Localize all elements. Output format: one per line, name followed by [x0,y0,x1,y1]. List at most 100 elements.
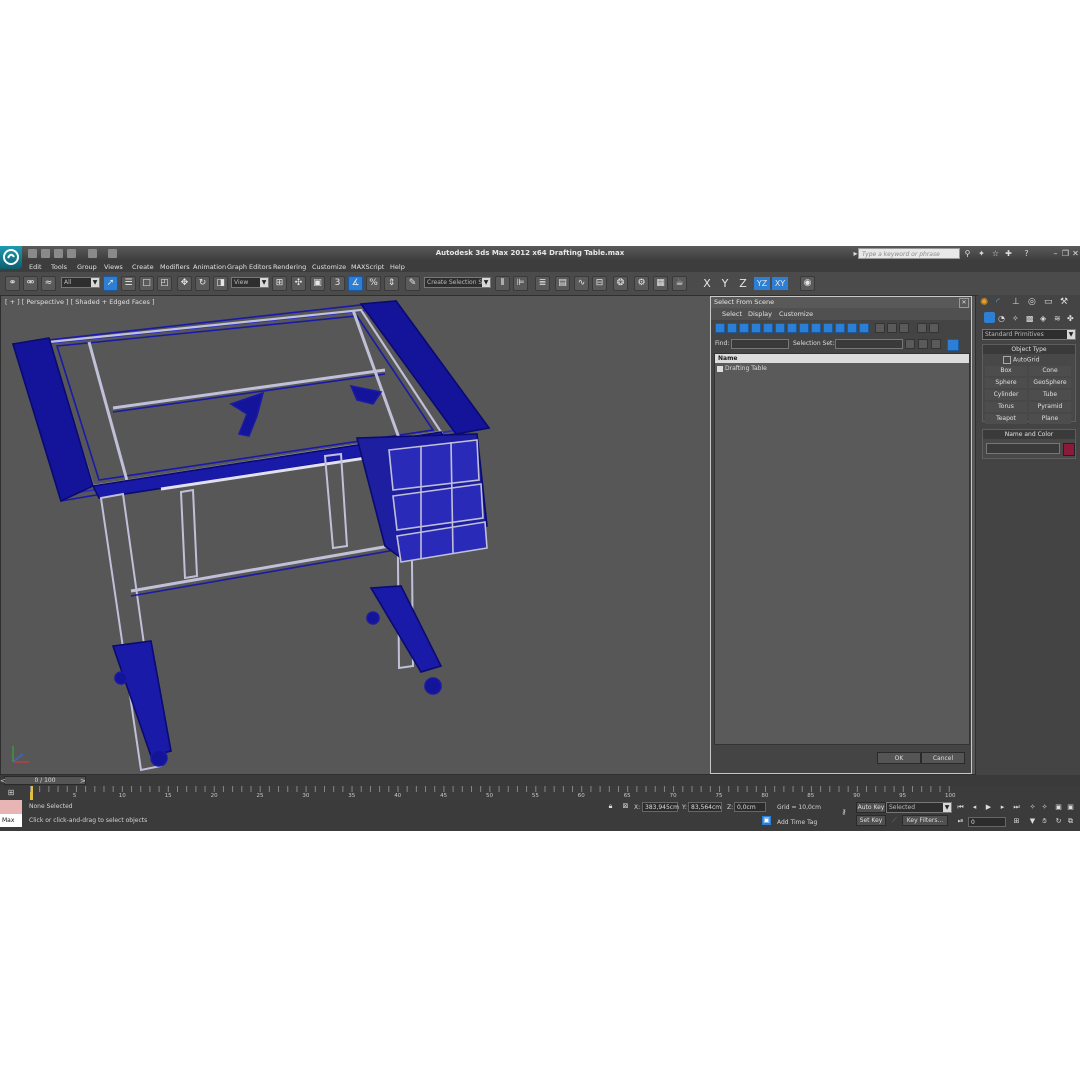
space-warps-category-icon[interactable]: ≋ [1054,314,1061,323]
drafting-table-wireframe[interactable] [1,296,711,774]
filter-bones-icon[interactable] [811,323,821,333]
slider-right-arrow-icon[interactable]: > [80,777,86,785]
select-and-scale-button[interactable]: ◨ [213,276,228,291]
help-icon[interactable]: ? [1022,249,1031,258]
restore-icon[interactable]: ❐ [1061,249,1070,258]
edit-named-selection-button[interactable]: ✎ [405,276,420,291]
filter-geometry-icon[interactable] [715,323,725,333]
lights-category-icon[interactable]: ✧ [1012,314,1019,323]
maxscript-listener-pink[interactable] [0,800,22,814]
orbit-icon[interactable]: ↻ [1054,817,1063,826]
edit-selection-set-icon[interactable] [931,339,941,349]
axis-y-button[interactable]: Y [718,277,732,290]
pivot-center-button[interactable]: ⊞ [272,276,287,291]
snaps-toggle-button[interactable]: 3 [330,276,345,291]
systems-category-icon[interactable]: ✤ [1067,314,1074,323]
axis-xy-button[interactable]: XY [772,277,788,290]
auto-key-button[interactable]: Auto Key [856,802,886,813]
time-slider[interactable]: 0 / 100 [4,776,86,785]
sort-toggle-icon[interactable] [947,339,959,351]
search-input[interactable]: Type a keyword or phrase [858,248,960,259]
pan-view-icon[interactable]: ✋︎ [1040,817,1049,826]
close-icon[interactable]: ✕ [1071,249,1080,258]
reference-coordinate-dropdown[interactable]: View ▼ [231,277,269,288]
slider-left-arrow-icon[interactable]: < [0,777,6,785]
geosphere-button[interactable]: GeoSphere [1029,378,1071,388]
primitive-type-dropdown[interactable]: Standard Primitives ▼ [982,329,1076,340]
shapes-category-icon[interactable]: ◔ [998,314,1005,323]
sphere-button[interactable]: Sphere [985,378,1027,388]
curve-editor-button[interactable]: ∿ [574,276,589,291]
selection-filter-dropdown[interactable]: All ▼ [61,277,100,288]
select-and-move-button[interactable]: ✥ [177,276,192,291]
select-and-link-button[interactable]: ⚭ [5,276,20,291]
select-and-rotate-button[interactable]: ↻ [195,276,210,291]
go-to-end-icon[interactable]: ⏭ [1012,803,1021,812]
pyramid-button[interactable]: Pyramid [1029,402,1071,412]
dialog-menu-select[interactable]: Select [722,310,742,318]
sync-selection-icon[interactable] [918,339,928,349]
x-coordinate-field[interactable]: 383,945cm [642,802,679,812]
filter-containers-icon[interactable] [823,323,833,333]
display-tab-icon[interactable]: ▭ [1044,297,1055,308]
cone-button[interactable]: Cone [1029,366,1071,376]
filter-helpers-icon[interactable] [763,323,773,333]
z-coordinate-field[interactable]: 0,0cm [734,802,766,812]
menu-help[interactable]: Help [390,262,405,272]
torus-button[interactable]: Torus [985,402,1027,412]
cameras-category-icon[interactable]: ▩ [1026,314,1034,323]
filter-options-icon[interactable] [929,323,939,333]
align-button[interactable]: ⊫ [513,276,528,291]
maximize-viewport-icon[interactable]: ⧉ [1066,817,1075,826]
list-item[interactable]: Drafting Table [717,365,767,372]
project-folder-icon[interactable] [108,249,117,258]
menu-graph-editors[interactable]: Graph Editors [227,262,272,272]
rendered-frame-window-button[interactable]: ▦ [653,276,668,291]
tube-button[interactable]: Tube [1029,390,1071,400]
filter-particles-icon[interactable] [859,323,869,333]
filter-frozen-icon[interactable] [835,323,845,333]
render-setup-button[interactable]: ⚙ [634,276,649,291]
hierarchy-tab-icon[interactable]: ⊥ [1012,297,1023,308]
time-configuration-icon[interactable]: ⊞ [1012,817,1021,826]
material-editor-button[interactable]: ❂ [613,276,628,291]
key-mode-toggle-icon[interactable]: ⏯ [956,817,965,826]
selection-set-dropdown[interactable] [835,339,903,349]
filter-hidden-icon[interactable] [847,323,857,333]
add-time-tag[interactable]: Add Time Tag [777,819,817,826]
zoom-viewport-icon[interactable]: ✧ [1028,803,1037,812]
spinner-snap-button[interactable]: ⇕ [384,276,399,291]
name-and-color-rollout-title[interactable]: Name and Color [983,430,1075,439]
named-selection-dropdown[interactable]: Create Selection Se ▼ [424,277,491,288]
rectangular-selection-button[interactable]: □ [139,276,154,291]
object-color-swatch[interactable] [1063,443,1075,456]
axis-z-button[interactable]: Z [736,277,750,290]
current-frame-field[interactable]: 0 [968,817,1006,827]
unlink-selection-button[interactable]: ⚮ [23,276,38,291]
zoom-all-icon[interactable]: ✧ [1040,803,1049,812]
menu-tools[interactable]: Tools [51,262,67,272]
display-all-icon[interactable] [875,323,885,333]
axis-yz-button[interactable]: YZ [754,277,770,290]
undo-icon[interactable] [67,249,76,258]
schematic-view-button[interactable]: ⊟ [592,276,607,291]
helpers-category-icon[interactable]: ◈ [1040,314,1046,323]
box-button[interactable]: Box [985,366,1027,376]
zoom-extents-all-icon[interactable]: ▣ [1066,803,1075,812]
mirror-button[interactable]: ⫴ [495,276,510,291]
set-key-button[interactable]: Set Key [856,815,886,826]
cancel-button[interactable]: Cancel [921,752,965,764]
geometry-category-icon[interactable] [984,312,995,323]
create-tab-icon[interactable]: ✺ [980,297,991,308]
filter-lights-icon[interactable] [739,323,749,333]
communication-center-icon[interactable]: ✦ [977,249,986,258]
name-column-header[interactable]: Name [715,354,969,363]
y-coordinate-field[interactable]: 83,564cm [688,802,722,812]
close-icon[interactable]: ✕ [959,298,969,308]
menu-modifiers[interactable]: Modifiers [160,262,190,272]
field-of-view-icon[interactable]: ▼ [1028,817,1037,826]
cylinder-button[interactable]: Cylinder [985,390,1027,400]
ok-button[interactable]: OK [877,752,921,764]
utilities-tab-icon[interactable]: ⚒ [1060,297,1071,308]
track-bar[interactable]: ⊞ 5 10 15 20 25 30 35 40 45 50 55 60 65 70 75 80 85 90 95 1… [0,786,1080,800]
